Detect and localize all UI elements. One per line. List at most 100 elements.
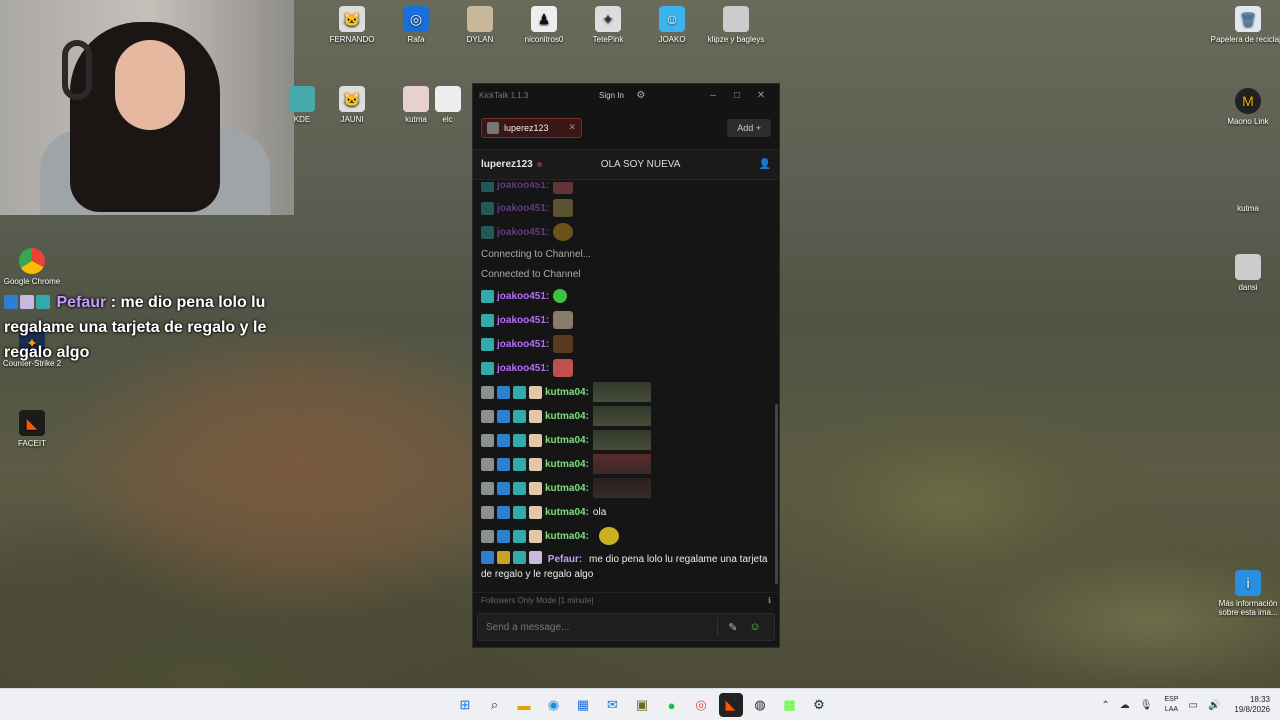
mod-badge-icon [481,313,494,327]
close-tab-icon[interactable]: ✕ [569,122,577,133]
desktop-icon-spotlight[interactable]: i Más información sobre esta ima... [1208,570,1280,617]
badge-icon [497,457,510,471]
monitor-icon[interactable]: ▭ [1189,700,1198,711]
chat-list[interactable]: joakoo451: joakoo451: joakoo451: Connect… [473,182,779,584]
chrome-icon[interactable]: ◎ [689,693,713,717]
chat-message: kutma04: [481,380,771,404]
desktop-icon-dansi[interactable]: dansi [1208,254,1280,292]
cloud-icon[interactable]: ☁ [1120,700,1130,711]
cat-icon: 🐱 [339,6,365,32]
minimize-icon[interactable]: – [701,90,725,101]
badge-icon [529,457,542,471]
tab-luperez123[interactable]: luperez123 ✕ [481,117,583,138]
badge-icon [529,409,542,423]
badge-icon [529,481,542,495]
message-input[interactable] [486,621,713,633]
chevron-up-icon[interactable]: ⌃ [1101,700,1109,711]
cat-icon: 🐱 [339,86,365,112]
chat-scrollbar[interactable] [775,404,778,584]
outlook-icon[interactable]: ✉ [601,693,625,717]
obs-icon[interactable]: ◍ [748,693,772,717]
gear-icon[interactable]: ⚙ [632,90,650,101]
add-channel-button[interactable]: Add + [727,118,771,137]
badge-icon [497,505,510,519]
desktop-icon-klipze[interactable]: klipze y bagleys [696,6,776,44]
badge-icon [481,529,494,543]
webcam-overlay [0,0,294,215]
mod-badge-icon [513,505,526,519]
person-icon: ♟ [531,6,557,32]
mod-badge-icon [513,529,526,543]
stream-chat-overlay: Pefaur : me dio pena lolo lu regalame un… [4,290,279,365]
user-icon[interactable]: 👤 [759,159,771,170]
store-icon[interactable]: ▦ [571,693,595,717]
desktop-icon-elc[interactable]: elc [425,86,470,124]
emote-icon [553,182,574,194]
desktop-icon-chrome[interactable]: Google Chrome [0,248,72,286]
badge-icon [529,433,542,447]
language-indicator[interactable]: ESP LAA [1164,695,1178,715]
title-bar: KickTalk 1.1.3 Sign In ⚙ – □ ✕ [473,84,779,106]
emote-icon [553,359,574,377]
emote-image [592,406,651,426]
emote-image [592,454,651,474]
chat-mode-bar: Followers Only Mode [1 minute] ℹ [473,592,779,608]
search-icon[interactable]: ⌕ [483,693,507,717]
emote-icon [553,199,574,217]
badge-icon [481,481,494,495]
file-icon [1235,175,1261,201]
faceit-icon: ◣ [19,410,45,436]
chat-message: Pefaur: me dio pena lolo lu regalame una… [481,548,771,582]
desktop-icon-recycle-bin[interactable]: 🗑 Papelera de reciclaje [1208,6,1280,44]
windows-start-icon[interactable]: ⊞ [453,693,477,717]
stream-title: OLA SOY NUEVA [600,159,681,170]
photo-icon [1235,254,1261,280]
kicktalk-window: KickTalk 1.1.3 Sign In ⚙ – □ ✕ luperez12… [472,83,780,648]
close-icon[interactable]: ✕ [749,90,773,101]
maximize-icon[interactable]: □ [725,90,749,101]
file-explorer-icon[interactable]: ▬ [512,693,536,717]
taskbar: ⊞ ⌕ ▬ ◉ ▦ ✉ ▣ ● ◎ ◣ ◍ ▩ ⚙ ⌃ ☁ 🎙 ESP LAA … [0,688,1280,720]
sign-in-button[interactable]: Sign In [591,88,632,103]
info-icon[interactable]: ℹ [768,596,771,605]
spotify-icon[interactable]: ● [660,693,684,717]
channel-name[interactable]: luperez123 [481,159,533,170]
emote-image [592,430,651,450]
info-icon: i [1235,570,1261,596]
emote-picker-icon[interactable]: ☺ [744,621,766,633]
steam-icon[interactable]: ⚙ [807,693,831,717]
overlay-username: Pefaur [56,294,107,311]
desktop-icon-kutma-right[interactable]: kutma [1208,175,1280,213]
app-title: KickTalk 1.1.3 [479,90,529,100]
badge-icon [497,551,510,564]
mod-badge-icon [513,385,526,399]
faceit-icon[interactable]: ◣ [718,693,743,717]
mod-badge-icon [481,182,494,192]
badge-icon [497,481,510,495]
badge-icon [497,433,510,447]
badge-icon [481,433,494,447]
badge-icon [481,505,494,519]
game-icon[interactable]: ▣ [630,693,654,717]
photo-icon [723,6,749,32]
kick-icon[interactable]: ▩ [778,693,802,717]
mod-badge-icon [513,481,526,495]
chat-message: joakoo451: [481,220,771,244]
mod-badge-icon [481,201,494,215]
edge-icon[interactable]: ◉ [542,693,566,717]
divider [717,618,718,636]
stumble-icon: ☺ [659,6,685,32]
message-input-box: ✎ ☺ [477,613,775,641]
photo-icon [434,86,461,112]
mod-badge-icon [481,337,494,351]
mod-badge-icon [481,361,494,375]
mod-badge-icon [513,409,526,423]
translate-icon[interactable]: ✎ [722,621,744,634]
desktop-icon-maono[interactable]: M Maono Link [1208,88,1280,126]
chat-message: joakoo451: [481,356,771,380]
mod-badge-icon [481,289,494,303]
volume-icon[interactable]: 🔊 [1208,700,1220,711]
clock[interactable]: 18:33 19/8/2026 [1234,695,1270,715]
mic-icon[interactable]: 🎙 [1140,700,1153,711]
desktop-icon-faceit[interactable]: ◣ FACEIT [0,410,72,448]
